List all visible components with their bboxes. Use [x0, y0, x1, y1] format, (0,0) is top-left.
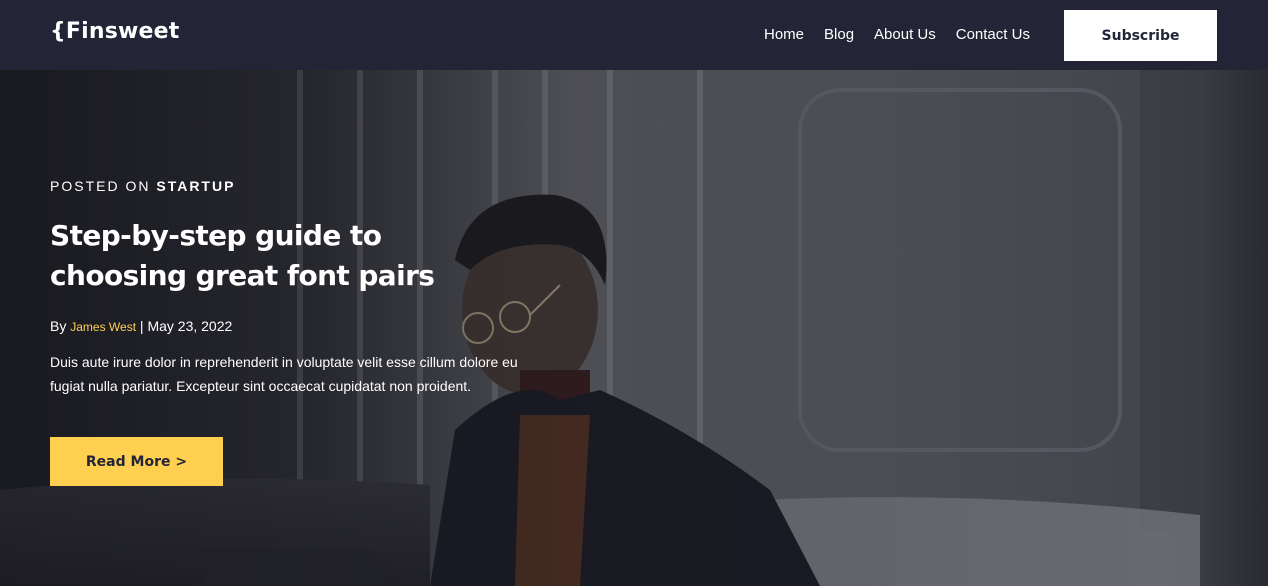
nav-link-contact-us[interactable]: Contact Us [956, 26, 1030, 43]
navbar: {Finsweet Home Blog About Us Contact Us … [0, 0, 1268, 70]
nav-link-about-us[interactable]: About Us [874, 26, 936, 43]
post-date: May 23, 2022 [147, 318, 233, 334]
nav-link-blog[interactable]: Blog [824, 26, 854, 43]
post-excerpt: Duis aute irure dolor in reprehenderit i… [50, 354, 518, 394]
post-byline: By James West | May 23, 2022 [50, 318, 232, 334]
site-logo[interactable]: {Finsweet [50, 19, 179, 44]
hero-section: POSTED ON STARTUP Step-by-step guide to … [0, 70, 1268, 586]
nav-link-home[interactable]: Home [764, 26, 804, 43]
post-author[interactable]: James West [70, 320, 136, 334]
post-title: Step-by-step guide to choosing great fon… [50, 219, 435, 292]
post-category-line: POSTED ON STARTUP [50, 178, 235, 194]
subscribe-button[interactable]: Subscribe [1064, 10, 1217, 61]
byline-separator: | [136, 318, 148, 334]
posted-on-label: POSTED ON [50, 178, 157, 194]
read-more-button[interactable]: Read More > [50, 437, 223, 486]
main-nav: Home Blog About Us Contact Us [764, 26, 1030, 43]
post-category[interactable]: STARTUP [156, 178, 235, 194]
by-label: By [50, 318, 71, 334]
